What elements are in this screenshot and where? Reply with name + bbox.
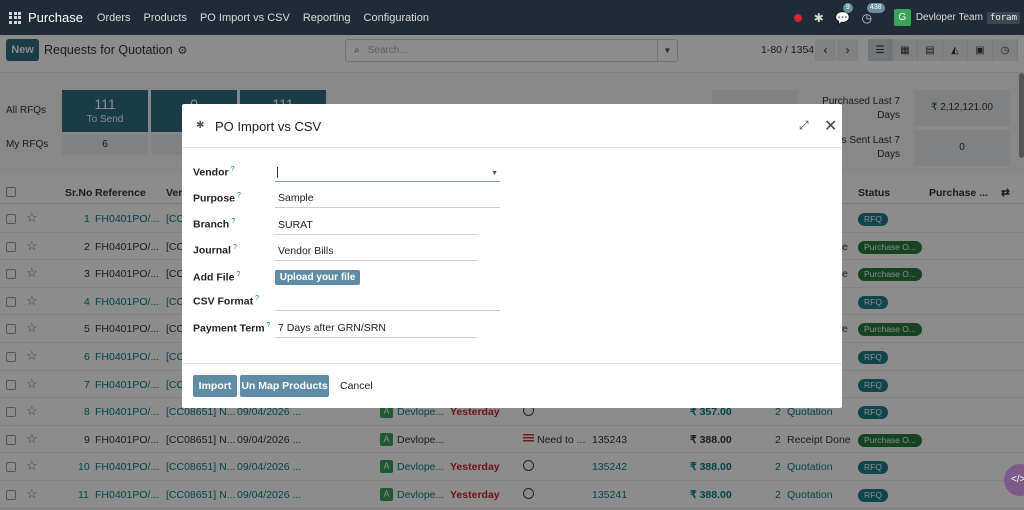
company-avatar[interactable]: G (893, 9, 911, 26)
top-navbar: Purchase Orders Products PO Import vs CS… (0, 0, 1024, 35)
text-cursor (277, 167, 278, 178)
journal-help-icon[interactable]: ? (233, 244, 237, 251)
menu-configuration[interactable]: Configuration (364, 12, 429, 24)
recording-indicator-icon[interactable] (793, 13, 802, 22)
po-import-dialog: ✱ PO Import vs CSV ⤢ ✕ Vendor? ▼ Purpose… (182, 104, 842, 408)
purpose-help-icon[interactable]: ? (237, 192, 241, 199)
payment-term-label: Payment Term? (193, 322, 271, 335)
purpose-label: Purpose? (193, 192, 241, 205)
csv-format-field[interactable] (275, 295, 500, 311)
payment-term-help-icon[interactable]: ? (267, 322, 271, 329)
app-menu-icon[interactable] (0, 0, 30, 35)
branch-label: Branch? (193, 218, 236, 231)
import-button[interactable]: Import (193, 375, 237, 397)
vendor-help-icon[interactable]: ? (231, 166, 235, 173)
add-file-label: Add File? (193, 271, 241, 284)
branch-help-icon[interactable]: ? (231, 218, 235, 225)
cancel-button[interactable]: Cancel (340, 380, 373, 392)
database-badge: foram (986, 11, 1020, 24)
chevron-down-icon[interactable]: ▼ (491, 170, 498, 177)
menu-orders[interactable]: Orders (97, 12, 131, 24)
menu-products[interactable]: Products (144, 12, 187, 24)
company-name[interactable]: Devloper Team (916, 12, 983, 23)
app-name[interactable]: Purchase (28, 10, 83, 25)
branch-field[interactable]: SURAT (275, 219, 477, 235)
chat-icon[interactable]: 💬 9 (834, 2, 853, 27)
bug-icon: ✱ (196, 120, 205, 131)
csv-format-label: CSV Format? (193, 295, 259, 308)
dialog-footer-divider (182, 363, 842, 364)
dialog-title: PO Import vs CSV (215, 119, 322, 134)
journal-field[interactable]: Vendor Bills (275, 245, 477, 261)
csv-format-help-icon[interactable]: ? (255, 295, 259, 302)
journal-label: Journal? (193, 244, 237, 257)
menu-reporting[interactable]: Reporting (303, 12, 351, 24)
expand-icon[interactable]: ⤢ (799, 118, 809, 133)
menu-po-import[interactable]: PO Import vs CSV (200, 12, 290, 24)
upload-file-button[interactable]: Upload your file (275, 270, 360, 285)
vendor-label: Vendor? (193, 166, 235, 179)
unmap-products-button[interactable]: Un Map Products (240, 375, 329, 397)
debug-bug-icon[interactable]: ✱ (810, 9, 828, 27)
vendor-field[interactable]: ▼ (275, 166, 500, 182)
add-file-help-icon[interactable]: ? (236, 271, 240, 278)
activity-clock-icon[interactable]: ◷ 438 (858, 2, 885, 27)
dialog-header: ✱ PO Import vs CSV ⤢ ✕ (182, 104, 842, 148)
chat-badge: 9 (842, 2, 853, 13)
payment-term-field[interactable]: 7 Days after GRN/SRN (275, 322, 477, 338)
purpose-field[interactable]: Sample (275, 192, 500, 208)
close-icon[interactable]: ✕ (824, 116, 837, 136)
